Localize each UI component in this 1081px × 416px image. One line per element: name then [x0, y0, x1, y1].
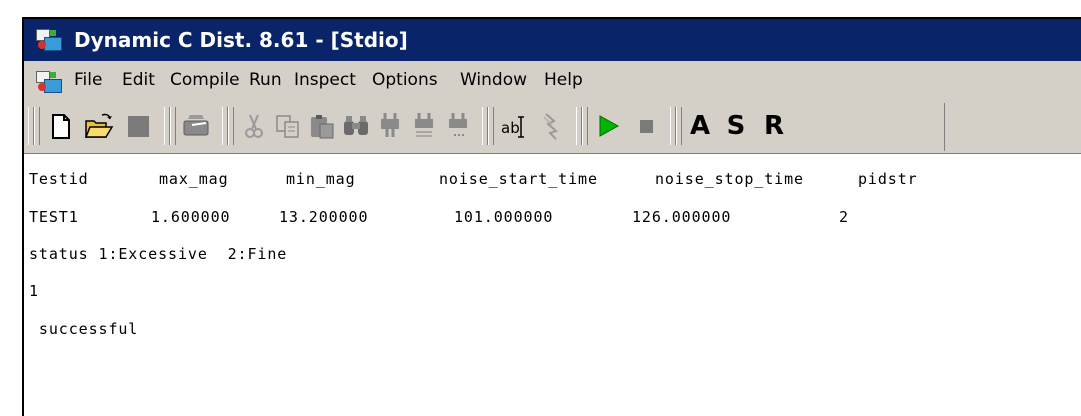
open-folder-icon[interactable] — [82, 109, 114, 143]
stdio-data-line: TEST1 1.600000 13.200000 101.000000 126.… — [29, 208, 1069, 228]
toolbar-grip[interactable] — [170, 107, 176, 145]
value-max-mag: 1.600000 — [151, 208, 231, 226]
value-pidstr: 2 — [839, 208, 849, 226]
menu-options[interactable]: Options — [372, 70, 438, 90]
document-system-menu-icon[interactable] — [34, 68, 64, 94]
toolbar-grip[interactable] — [488, 107, 494, 145]
toolbar-grip[interactable] — [34, 107, 40, 145]
header-noise-start-time: noise_start_time — [439, 170, 598, 188]
toolbar: ab A S R — [24, 101, 1081, 154]
registers-button[interactable]: R — [760, 111, 788, 141]
header-testid: Testid — [29, 170, 89, 188]
cut-icon[interactable] — [238, 109, 270, 143]
stack-button[interactable]: S — [722, 111, 750, 141]
menu-compile[interactable]: Compile — [170, 70, 240, 90]
replace-text-icon[interactable]: ab — [498, 109, 530, 143]
menu-run[interactable]: Run — [249, 70, 282, 90]
menu-window[interactable]: Window — [460, 70, 527, 90]
compile-project-icon[interactable] — [442, 109, 474, 143]
header-noise-stop-time: noise_stop_time — [655, 170, 804, 188]
title-bar[interactable]: Dynamic C Dist. 8.61 - [Stdio] — [24, 19, 1081, 61]
menu-inspect[interactable]: Inspect — [294, 70, 356, 90]
toolbar-grip[interactable] — [582, 107, 588, 145]
toggle-breakpoint-icon[interactable] — [534, 109, 566, 143]
header-max-mag: max_mag — [159, 170, 229, 188]
find-binoculars-icon[interactable] — [340, 109, 372, 143]
stdio-header-line: Testid max_mag min_mag noise_start_time … — [29, 170, 1069, 190]
value-noise-start-time: 101.000000 — [454, 208, 554, 226]
print-icon[interactable] — [180, 109, 212, 143]
menu-edit[interactable]: Edit — [122, 70, 155, 90]
compile-icon[interactable] — [374, 109, 406, 143]
window-title: Dynamic C Dist. 8.61 - [Stdio] — [74, 28, 408, 52]
stdio-status-value: 1 — [29, 282, 39, 300]
stdio-result-message: successful — [29, 320, 139, 338]
toolbar-grip[interactable] — [676, 107, 682, 145]
menu-file[interactable]: File — [74, 70, 102, 90]
copy-icon[interactable] — [272, 109, 304, 143]
new-file-icon[interactable] — [44, 109, 76, 143]
svg-text:ab: ab — [501, 119, 520, 137]
menu-bar: File Edit Compile Run Inspect Options Wi… — [24, 61, 1081, 101]
paste-icon[interactable] — [306, 109, 338, 143]
stop-icon[interactable] — [630, 109, 662, 143]
value-min-mag: 13.200000 — [279, 208, 369, 226]
header-pidstr: pidstr — [858, 170, 918, 188]
dynamic-c-app-icon[interactable] — [34, 26, 64, 52]
toolbar-grip[interactable] — [228, 107, 234, 145]
value-noise-stop-time: 126.000000 — [632, 208, 732, 226]
run-icon[interactable] — [592, 109, 624, 143]
stdio-output-pane[interactable]: Testid max_mag min_mag noise_start_time … — [24, 154, 1081, 416]
header-min-mag: min_mag — [286, 170, 356, 188]
menu-help[interactable]: Help — [544, 70, 583, 90]
toolbar-empty-area — [944, 103, 1081, 151]
assembly-button[interactable]: A — [686, 111, 714, 141]
dynamic-c-window: Dynamic C Dist. 8.61 - [Stdio] File Edit… — [22, 17, 1081, 416]
value-testid: TEST1 — [29, 208, 79, 226]
stdio-status-legend: status 1:Excessive 2:Fine — [29, 245, 288, 263]
save-icon[interactable] — [122, 109, 154, 143]
compile-to-target-icon[interactable] — [408, 109, 440, 143]
